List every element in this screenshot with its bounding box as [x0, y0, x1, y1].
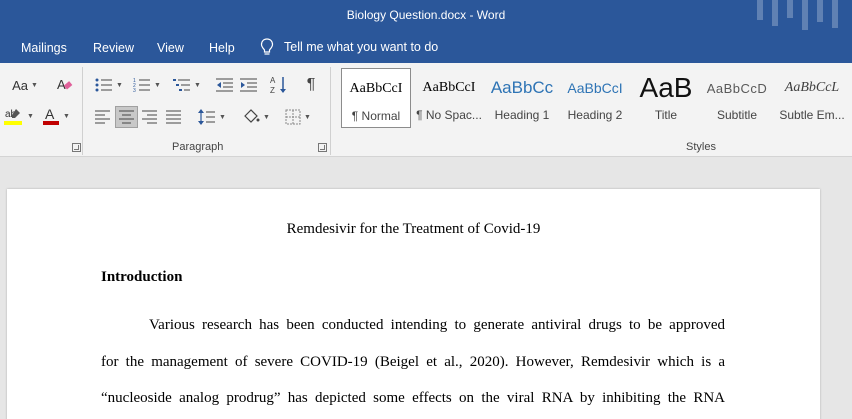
align-right-button[interactable]: [139, 107, 161, 127]
paragraph-group-label: Paragraph: [172, 141, 224, 153]
tell-me-search[interactable]: Tell me what you want to do: [260, 38, 438, 56]
title-bar-decoration: [757, 0, 838, 30]
group-separator: [330, 67, 331, 155]
style-subtitle-sample: AaBbCcD: [706, 80, 768, 96]
tell-me-label: Tell me what you want to do: [284, 40, 439, 54]
style-normal-sample: AaBbCcI: [349, 81, 403, 96]
style-heading-2[interactable]: AaBbCcI Heading 2: [560, 68, 630, 128]
decrease-indent-icon: [216, 78, 233, 92]
justify-icon: [166, 110, 181, 124]
align-center-button[interactable]: [115, 106, 138, 128]
svg-text:A: A: [57, 77, 66, 92]
section-heading: Introduction: [101, 269, 183, 285]
decrease-indent-button[interactable]: [214, 75, 236, 95]
style-no-spacing-sample: AaBbCcI: [422, 80, 476, 95]
document-title: Remdesivir for the Treatment of Covid-19: [286, 221, 541, 237]
style-title-name: Title: [654, 108, 678, 122]
multilevel-list-button[interactable]: ▼: [170, 75, 204, 95]
styles-gallery: AaBbCcI ¶ Normal AaBbCcI ¶ No Spac... Aa…: [338, 68, 852, 131]
borders-icon: [285, 109, 301, 125]
document-canvas: Remdesivir for the Treatment of Covid-19…: [0, 157, 852, 419]
paragraph-dialog-launcher[interactable]: [318, 143, 327, 152]
change-case-button[interactable]: Aa ▼: [8, 75, 42, 95]
justify-button[interactable]: [163, 107, 185, 127]
svg-text:3: 3: [133, 88, 136, 93]
style-heading-2-name: Heading 2: [567, 108, 623, 122]
numbered-list-icon: 1 2 3: [133, 78, 151, 93]
paragraph-line: Various research has been conducted inte…: [149, 317, 725, 333]
style-subtle-emphasis-name: Subtle Em...: [779, 108, 845, 122]
style-title[interactable]: AaB Title: [631, 68, 701, 128]
lightbulb-icon: [260, 38, 274, 55]
bullets-button[interactable]: ▼: [92, 75, 126, 95]
style-title-sample: AaB: [639, 72, 693, 103]
group-separator: [82, 67, 83, 155]
style-subtitle[interactable]: AaBbCcD Subtitle: [702, 68, 772, 128]
style-no-spacing-name: ¶ No Spac...: [416, 108, 482, 122]
highlighter-icon: ab: [4, 109, 23, 125]
show-hide-marks-button[interactable]: ¶: [300, 75, 322, 95]
paragraph-line: for the management of severe COVID-19 (B…: [101, 354, 725, 370]
svg-text:A: A: [45, 106, 55, 122]
document-page[interactable]: Remdesivir for the Treatment of Covid-19…: [7, 189, 820, 419]
style-heading-1-sample: AaBbCc: [490, 78, 554, 97]
shading-button[interactable]: ▼: [238, 106, 274, 128]
font-dialog-launcher[interactable]: [72, 143, 81, 152]
font-color-icon: A: [43, 106, 60, 125]
clear-formatting-button[interactable]: A: [54, 74, 76, 96]
ribbon-tabs: Mailings Review View Help Tell me what y…: [0, 33, 852, 63]
styles-group-label: Styles: [686, 141, 716, 153]
tab-review[interactable]: Review: [93, 41, 134, 55]
paint-bucket-icon: [244, 109, 260, 123]
numbering-button[interactable]: 1 2 3 ▼: [130, 75, 164, 95]
style-subtitle-name: Subtitle: [716, 108, 758, 122]
style-no-spacing[interactable]: AaBbCcI ¶ No Spac...: [414, 68, 484, 128]
title-bar: Biology Question.docx - Word: [0, 0, 852, 33]
style-heading-1-name: Heading 1: [494, 108, 550, 122]
paragraph-line: “nucleoside analog prodrug” has depicted…: [101, 390, 725, 406]
align-left-button[interactable]: [92, 107, 114, 127]
change-case-label: Aa: [12, 77, 28, 93]
svg-text:A: A: [270, 76, 276, 85]
tab-view[interactable]: View: [157, 41, 184, 55]
align-center-icon: [118, 110, 134, 124]
line-spacing-button[interactable]: ▼: [194, 107, 230, 127]
style-normal[interactable]: AaBbCcI ¶ Normal: [341, 68, 411, 128]
borders-button[interactable]: ▼: [280, 107, 316, 127]
style-heading-1[interactable]: AaBbCc Heading 1: [487, 68, 557, 128]
window-title: Biology Question.docx - Word: [346, 8, 506, 22]
style-subtle-emphasis[interactable]: AaBbCcL Subtle Em...: [775, 68, 849, 128]
tab-mailings[interactable]: Mailings: [21, 41, 67, 55]
style-normal-name: ¶ Normal: [351, 109, 401, 123]
style-heading-2-sample: AaBbCcI: [567, 80, 623, 96]
eraser-icon: A: [57, 77, 73, 92]
sort-icon: A Z: [270, 76, 286, 95]
multilevel-list-icon: [173, 79, 191, 91]
tab-help[interactable]: Help: [209, 41, 235, 55]
sort-button[interactable]: A Z: [268, 74, 290, 96]
svg-text:Z: Z: [270, 86, 275, 95]
align-right-icon: [142, 110, 157, 124]
increase-indent-button[interactable]: [238, 75, 260, 95]
highlight-color-button[interactable]: ab ▼: [0, 105, 38, 127]
increase-indent-icon: [240, 78, 257, 92]
font-color-button[interactable]: A ▼: [38, 105, 74, 127]
line-spacing-icon: [198, 109, 216, 125]
bullet-list-icon: [95, 78, 113, 92]
align-left-icon: [95, 110, 110, 124]
style-subtle-emphasis-sample: AaBbCcL: [784, 80, 840, 95]
pilcrow-icon: ¶: [306, 76, 316, 93]
